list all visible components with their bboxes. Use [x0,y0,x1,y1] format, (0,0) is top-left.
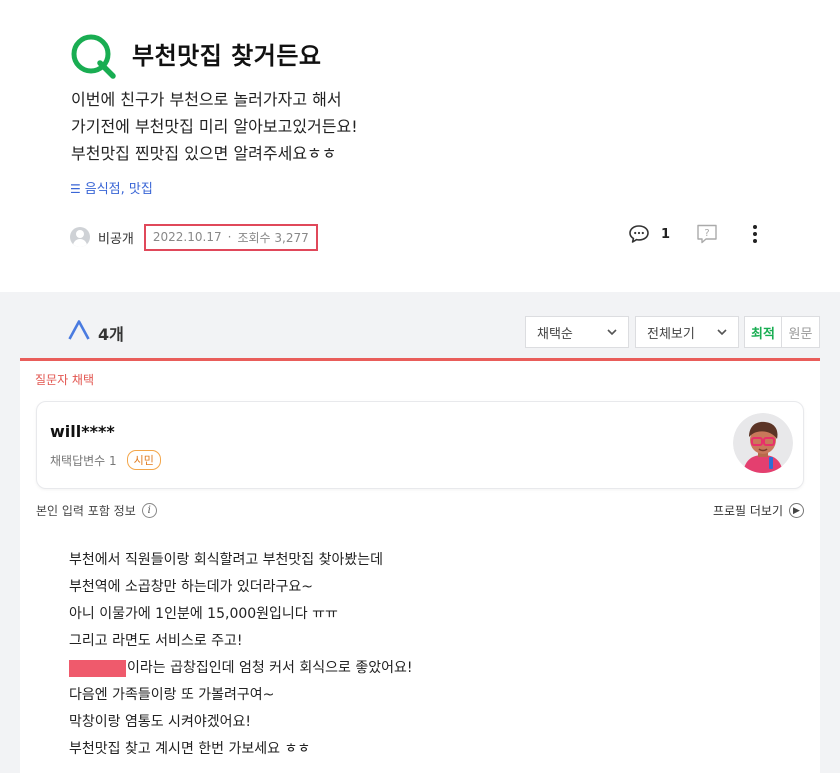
profile-more-link[interactable]: 프로필 더보기 ▶ [713,502,804,519]
answerer-avatar[interactable] [733,413,793,473]
separator-dot: · [227,230,232,244]
answer-line: 부천에서 직원들이랑 회식할려고 부천맛집 찾아봤는데 [69,552,384,568]
comment-icon[interactable] [628,224,650,244]
answer-line: 부천역에 소곱창만 하는데가 있더라구요~ [69,579,314,595]
question-actions: 1 ? [628,224,758,244]
chosen-label: 질문자 채택 [35,373,95,387]
answer-card: 질문자 채택 will**** 채택답변수 1 시민 본인 입력 포함 정보 i… [20,358,820,773]
chevron-down-icon [607,329,617,336]
answers-header: 4개 채택순 전체보기 최적 원문 [0,292,840,356]
answers-section: 4개 채택순 전체보기 최적 원문 질문자 채택 will**** 채택답변수 … [0,292,840,773]
report-icon[interactable]: ? [696,224,718,244]
chosen-answer-count: 채택답변수 1 [50,453,117,468]
tab-original[interactable]: 원문 [782,317,819,347]
answer-line: 다음엔 가족들이랑 또 가볼려구여~ [69,687,275,703]
info-icon[interactable]: i [141,503,157,518]
view-dropdown[interactable]: 전체보기 [635,316,739,348]
question-date: 2022.10.17 [152,230,222,244]
rank-badge: 시민 [126,450,161,470]
svg-text:?: ? [704,228,709,239]
category-link[interactable]: ☰ 음식점, 맛집 [70,178,153,197]
author-avatar [70,227,90,247]
answer-line: 막창이랑 염통도 시켜야겠어요! [69,714,251,730]
profile-more-label: 프로필 더보기 [712,504,783,518]
tab-best[interactable]: 최적 [745,317,782,347]
author-name: 비공개 [98,231,134,247]
view-selected: 전체보기 [647,326,695,342]
sort-selected: 채택순 [537,326,573,342]
info-label: 본인 입력 포함 정보 [36,504,136,518]
arrow-right-circle-icon: ▶ [789,503,804,518]
question-line: 이번에 친구가 부천으로 놀러가자고 해서 [71,90,342,109]
redaction-block [69,660,126,677]
answerer-stats: 채택답변수 1 시민 [50,450,161,470]
q-mark-icon [71,34,116,79]
answer-body: 부천에서 직원들이랑 회식할려고 부천맛집 찾아봤는데 부천역에 소곱창만 하는… [69,547,412,763]
question-meta: 비공개 2022.10.17 · 조회수 3,277 [70,223,318,251]
answer-line: 그리고 라면도 서비스로 주고! [69,633,243,649]
answer-line-redacted: 이라는 곱창집인데 엄청 커서 회식으로 좋았어요! [69,655,412,682]
question-views: 조회수 3,277 [237,230,309,245]
question-title: 부천맛집 찾거든요 [132,42,322,70]
comment-count[interactable]: 1 [661,227,670,242]
answerer-profile-card[interactable]: will**** 채택답변수 1 시민 [36,401,804,489]
question-section: 부천맛집 찾거든요 이번에 친구가 부천으로 놀러가자고 해서 가기전에 부천맛… [0,0,840,292]
a-mark-icon [68,320,90,340]
category-list-icon: ☰ [70,182,81,196]
answer-line: 아니 이물가에 1인분에 15,000원입니다 ㅠㅠ [69,606,338,622]
more-vertical-icon[interactable] [752,224,758,244]
date-views-box: 2022.10.17 · 조회수 3,277 [143,223,318,251]
question-line: 부천맛집 찐맛집 있으면 알려주세요ㅎㅎ [71,144,337,163]
answer-view-tabs: 최적 원문 [744,316,820,348]
category-label: 음식점, 맛집 [84,182,153,197]
question-body: 이번에 친구가 부천으로 놀러가자고 해서 가기전에 부천맛집 미리 알아보고있… [71,86,358,167]
answerer-name: will**** [50,422,115,441]
question-line: 가기전에 부천맛집 미리 알아보고있거든요! [71,117,358,136]
answer-line: 부천맛집 찾고 계시면 한번 가보세요 ㅎㅎ [69,741,311,757]
sort-dropdown[interactable]: 채택순 [525,316,629,348]
answer-line: 이라는 곱창집인데 엄청 커서 회식으로 좋았어요! [127,660,413,676]
chevron-down-icon [717,329,727,336]
info-row: 본인 입력 포함 정보 i [36,502,157,519]
answer-count: 4개 [98,325,124,344]
